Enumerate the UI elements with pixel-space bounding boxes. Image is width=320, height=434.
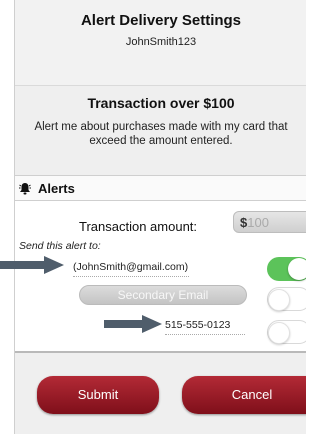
arrow-right-icon [0,256,64,274]
page-title: Alert Delivery Settings [80,12,242,29]
description-line-1: Alert me about purchases made with my ca… [34,121,288,133]
toggle-knob [268,289,290,311]
transaction-section: Transaction over $100 Alert me about pur… [15,86,306,170]
email-underline [73,276,189,277]
username: JohnSmith123 [125,36,197,48]
secondary-email-toggle[interactable] [267,287,306,311]
email-address: (JohnSmith@gmail.com) [73,261,189,273]
email-toggle[interactable] [267,257,306,281]
amount-placeholder: 100 [247,215,269,230]
send-to-label: Send this alert to: [19,240,101,252]
transaction-heading: Transaction over $100 [87,95,235,111]
arrow-right-icon [104,315,162,333]
phone-toggle[interactable] [267,320,306,344]
toggle-knob [288,258,306,280]
transaction-amount-label: Transaction amount: [79,219,198,234]
phone-number: 515-555-0123 [165,319,231,331]
alerts-bar: Alerts [15,175,306,201]
header: Alert Delivery Settings JohnSmith123 [15,0,306,86]
phone-underline [165,334,245,335]
secondary-email-button[interactable]: Secondary Email [79,285,247,305]
transaction-description: Alert me about purchases made with my ca… [15,120,306,148]
cancel-button[interactable]: Cancel [182,376,306,414]
alert-settings-screen: Alert Delivery Settings JohnSmith123 Tra… [14,0,306,434]
alerts-label: Alerts [38,181,75,196]
submit-button[interactable]: Submit [37,376,159,414]
transaction-amount-input[interactable]: $100 [233,211,306,233]
toggle-knob [268,322,290,344]
description-line-2: exceed the amount entered. [89,135,233,147]
bell-icon [18,182,32,196]
divider [15,351,306,353]
